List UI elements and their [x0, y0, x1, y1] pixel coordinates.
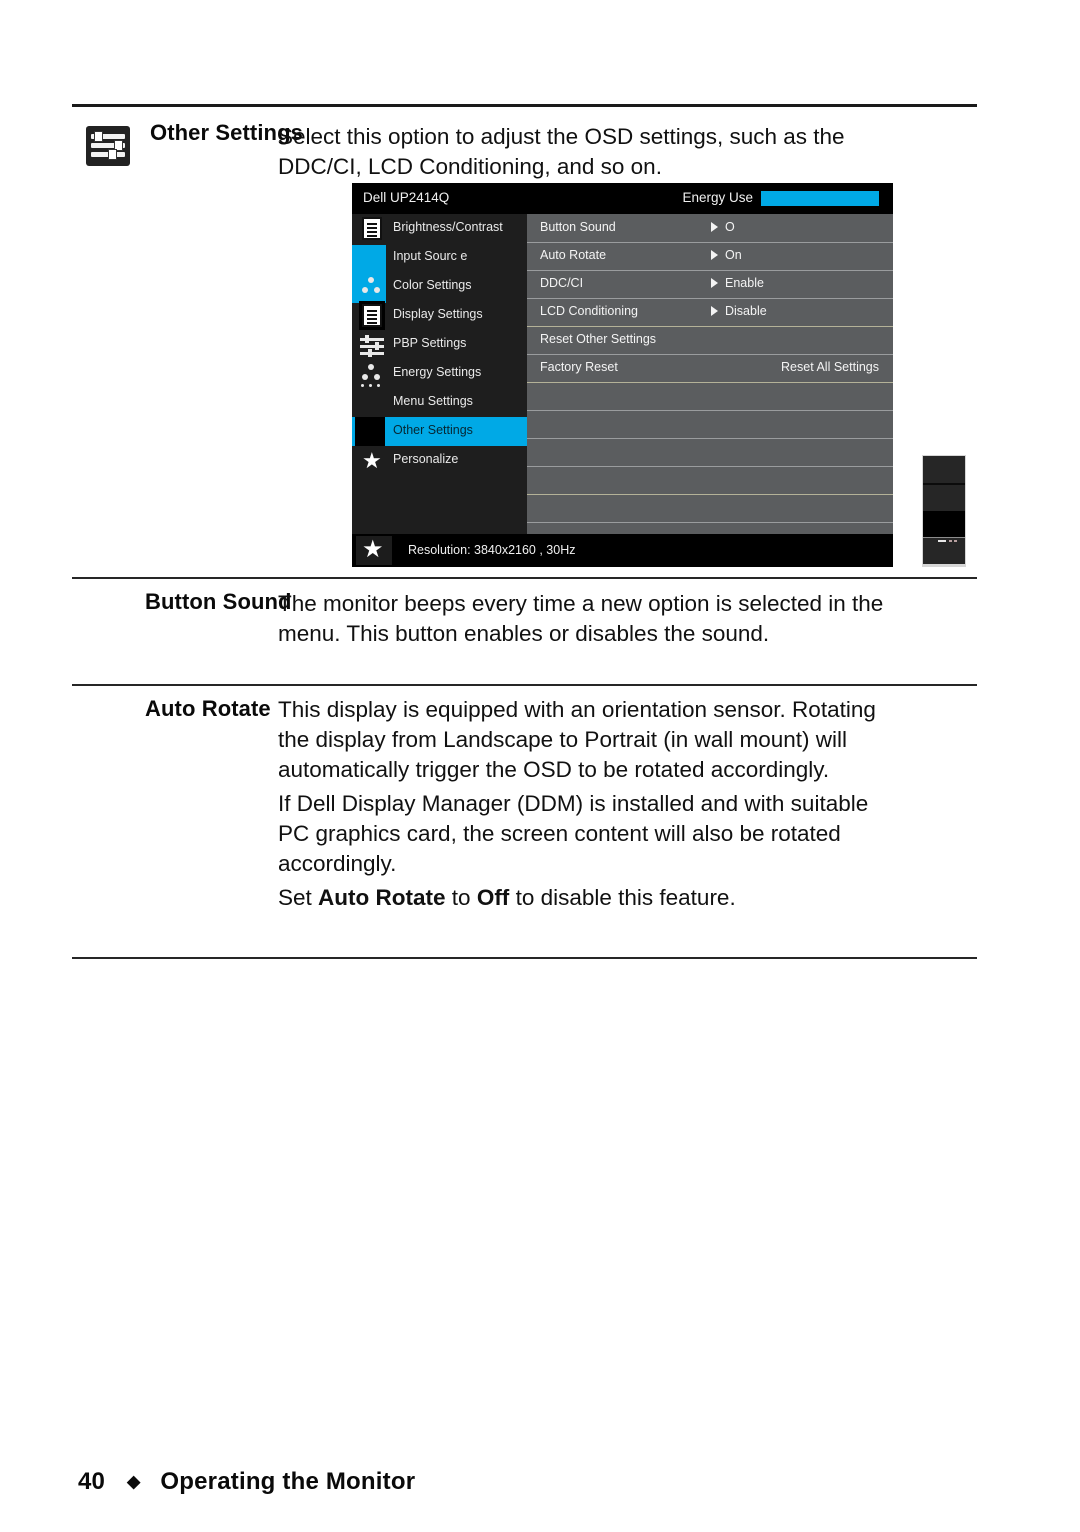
osd-nav-item-brightness-contrast[interactable]: Brightness/Contrast	[352, 214, 527, 243]
entry-body-button-sound: The monitor beeps every time a new optio…	[278, 589, 905, 649]
rule-button-sound	[72, 577, 977, 579]
osd-nav-item-display-settings[interactable]: Display Settings	[352, 301, 527, 330]
osd-option-value: Disable	[725, 304, 767, 318]
osd-option-value: Reset All Settings	[781, 360, 879, 374]
page-footer: 40 ◆ Operating the Monitor	[78, 1468, 415, 1496]
entry-paragraph: Select this option to adjust the OSD set…	[278, 124, 845, 179]
osd-nav-item-energy-settings[interactable]: Energy Settings	[352, 359, 527, 388]
entry-paragraph: If Dell Display Manager (DDM) is install…	[278, 791, 869, 876]
other-settings-icon	[355, 417, 385, 446]
osd-option-button-sound[interactable]: Button Sound O	[527, 214, 893, 243]
osd-nav-label: Other Settings	[393, 423, 473, 437]
monitor-button-1	[923, 456, 965, 485]
osd-option-empty-row	[527, 382, 893, 411]
osd-resolution-text: Resolution: 3840x2160 , 30Hz	[408, 543, 576, 557]
sliders-icon	[86, 126, 130, 166]
monitor-button-stack	[922, 455, 966, 567]
rule-bottom	[72, 957, 977, 959]
chevron-right-icon	[711, 222, 718, 232]
osd-nav-item-color-settings[interactable]: Color Settings	[352, 272, 527, 301]
osd-option-empty-row	[527, 410, 893, 439]
osd-nav-label: Menu Settings	[393, 394, 473, 408]
star-icon: ★	[356, 536, 392, 565]
osd-option-label: Button Sound	[540, 220, 616, 234]
closing-prefix: Set	[278, 885, 319, 910]
osd-option-label: Reset Other Settings	[540, 332, 657, 346]
brightness-contrast-icon	[359, 215, 385, 241]
manual-page: Other Settings Select this option to adj…	[0, 0, 1080, 1532]
osd-nav-label: Display Settings	[393, 307, 483, 321]
footer-section-title: Operating the Monitor	[160, 1468, 416, 1495]
monitor-button-3	[923, 511, 965, 537]
closing-middle: to	[445, 885, 477, 910]
osd-option-ddc-ci[interactable]: DDC/CI Enable	[527, 270, 893, 299]
osd-option-lcd-conditioning[interactable]: LCD Conditioning Disable	[527, 298, 893, 327]
closing-bold-auto-rotate: Auto Rotate	[318, 885, 446, 910]
osd-energy-use-label: Energy Use	[682, 190, 753, 205]
osd-nav-label: Color Settings	[393, 278, 472, 292]
osd-options-pane: Button Sound O Auto Rotate On DDC/CI Ena…	[527, 214, 893, 534]
entry-closing-sentence: Set Auto Rotate to Off to disable this f…	[278, 883, 905, 913]
osd-nav-item-other-settings[interactable]: Other Settings	[352, 417, 527, 446]
entry-term-button-sound: Button Sound	[145, 589, 292, 614]
page-number: 40	[78, 1468, 106, 1495]
osd-nav-item-pbp-settings[interactable]: PBP Settings	[352, 330, 527, 359]
osd-option-empty-row	[527, 438, 893, 467]
osd-nav-item-personalize[interactable]: ★ Personalize	[352, 446, 527, 475]
chevron-right-icon	[711, 278, 718, 288]
diamond-icon: ◆	[127, 1472, 141, 1491]
osd-nav-label: Personalize	[393, 452, 459, 466]
entry-paragraph: The monitor beeps every time a new optio…	[278, 591, 884, 646]
display-settings-icon	[359, 301, 385, 330]
osd-sidebar: Brightness/Contrast Input Sourc e Color …	[352, 214, 527, 534]
monitor-button-2	[923, 485, 965, 511]
osd-status-bar: ★ Resolution: 3840x2160 , 30Hz	[352, 534, 893, 567]
energy-settings-icon	[359, 361, 385, 387]
osd-option-empty-row	[527, 466, 893, 495]
entry-body-other-settings: Select this option to adjust the OSD set…	[278, 122, 905, 182]
osd-nav-label: PBP Settings	[393, 336, 467, 350]
osd-option-value: On	[725, 248, 742, 262]
osd-option-label: DDC/CI	[540, 276, 584, 290]
color-settings-icon	[359, 274, 385, 300]
entry-term-auto-rotate: Auto Rotate	[145, 696, 271, 721]
osd-option-auto-rotate[interactable]: Auto Rotate On	[527, 242, 893, 271]
osd-menu-screenshot: Dell UP2414Q Energy Use Brightness/Contr…	[352, 183, 893, 567]
osd-nav-label: Input Sourc e	[393, 249, 468, 263]
osd-model-name: Dell UP2414Q	[363, 190, 450, 205]
osd-titlebar: Dell UP2414Q Energy Use	[352, 183, 893, 214]
osd-option-value: O	[725, 220, 735, 234]
osd-energy-use-bar	[761, 191, 879, 206]
osd-option-empty-row	[527, 494, 893, 523]
entry-paragraph: This display is equipped with an orienta…	[278, 697, 876, 782]
personalize-star-icon: ★	[362, 448, 382, 473]
chevron-right-icon	[711, 306, 718, 316]
osd-option-reset-other-settings[interactable]: Reset Other Settings	[527, 326, 893, 355]
rule-auto-rotate	[72, 684, 977, 686]
osd-nav-label: Energy Settings	[393, 365, 482, 379]
osd-option-label: Auto Rotate	[540, 248, 607, 262]
monitor-power-button	[923, 537, 965, 564]
entry-body-auto-rotate: This display is equipped with an orienta…	[278, 695, 905, 913]
osd-option-label: Factory Reset	[540, 360, 618, 374]
osd-nav-label: Brightness/Contrast	[393, 220, 503, 234]
pbp-settings-icon	[359, 331, 385, 357]
closing-suffix: to disable this feature.	[509, 885, 736, 910]
osd-nav-item-input-source[interactable]: Input Sourc e	[352, 243, 527, 272]
osd-nav-item-menu-settings[interactable]: Menu Settings	[352, 388, 527, 417]
closing-bold-off: Off	[476, 885, 510, 910]
osd-option-factory-reset[interactable]: Factory Reset Reset All Settings	[527, 354, 893, 383]
osd-option-value: Enable	[725, 276, 764, 290]
osd-option-label: LCD Conditioning	[540, 304, 638, 318]
chevron-right-icon	[711, 250, 718, 260]
rule-top	[72, 104, 977, 107]
